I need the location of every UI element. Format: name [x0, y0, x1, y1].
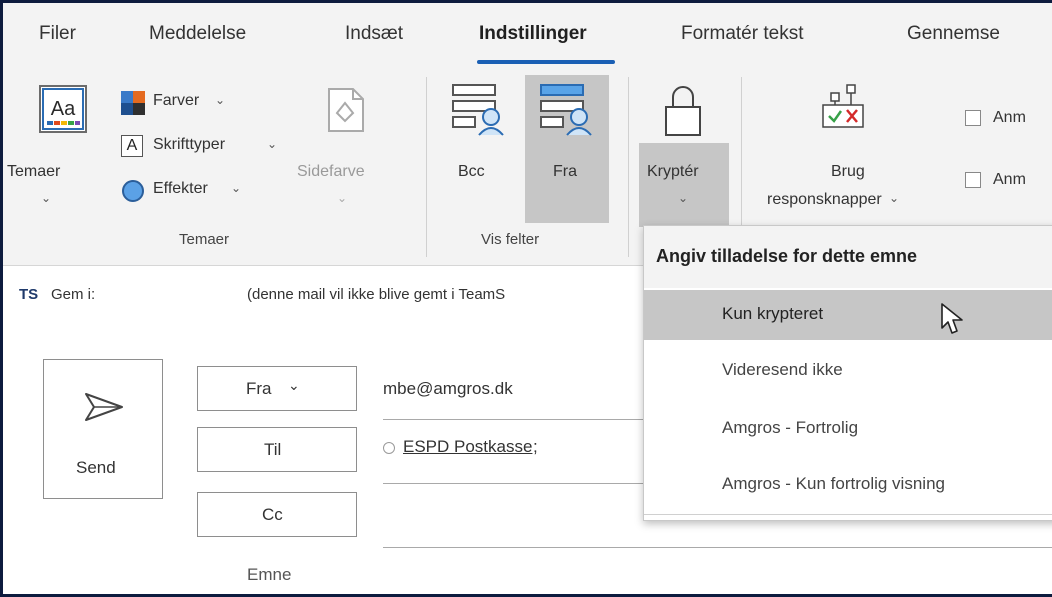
chevron-down-icon: ⌄	[267, 137, 278, 151]
fra-address: mbe@amgros.dk	[383, 379, 513, 398]
svg-text:Aa: Aa	[51, 98, 76, 120]
mouse-cursor-icon	[941, 303, 963, 334]
cc-button[interactable]: Cc	[197, 492, 357, 537]
effekter-button[interactable]: Effekter ⌄	[121, 177, 281, 207]
sidefarve-label: Sidefarve	[297, 163, 365, 180]
send-button[interactable]: Send	[43, 359, 163, 499]
fra-dropdown-button[interactable]: Fra ⌄	[197, 366, 357, 411]
brug-responsknapper-button[interactable]: Brug responsknapper ⌄	[751, 75, 961, 227]
temaer-button[interactable]: Aa Temaer ⌄	[7, 81, 111, 217]
gem-i-value: (denne mail vil ikke blive gemt i TeamS	[247, 286, 506, 303]
tab-indsaet[interactable]: Indsæt	[345, 23, 403, 45]
menu-item-kun-krypteret[interactable]: Kun krypteret	[644, 290, 1052, 340]
bcc-button[interactable]: Bcc	[443, 75, 513, 217]
checkbox	[965, 110, 981, 126]
group-label-temaer: Temaer	[179, 231, 230, 248]
til-button[interactable]: Til	[197, 427, 357, 472]
chevron-down-icon: ⌄	[678, 191, 689, 205]
tab-formater-tekst[interactable]: Formatér tekst	[681, 23, 803, 45]
fra-button-label: Fra	[246, 379, 272, 398]
farver-button[interactable]: Farver ⌄	[121, 89, 281, 119]
fonts-icon: A	[121, 135, 143, 157]
anm-checkbox-1[interactable]: Anm	[965, 107, 1052, 131]
sidefarve-button[interactable]: Sidefarve ⌄	[291, 81, 401, 217]
menu-item-amgros-fortrolig[interactable]: Amgros - Fortrolig	[644, 404, 1052, 454]
themes-icon: Aa	[39, 85, 87, 133]
tab-gennemse[interactable]: Gennemse	[907, 23, 1000, 45]
chevron-down-icon: ⌄	[215, 93, 226, 107]
chevron-down-icon: ⌄	[337, 191, 348, 205]
til-label: Til	[264, 440, 282, 459]
fra-label: Fra	[553, 163, 577, 180]
tab-filer[interactable]: Filer	[39, 23, 76, 45]
menu-item-label: Kun krypteret	[722, 304, 824, 323]
tab-meddelelse[interactable]: Meddelelse	[149, 23, 246, 45]
skrifttyper-label: Skrifttyper	[153, 136, 226, 153]
krypter-label: Kryptér	[647, 163, 699, 180]
bcc-label: Bcc	[458, 163, 485, 180]
menu-item-label: Videresend ikke	[722, 360, 843, 379]
tab-indstillinger[interactable]: Indstillinger	[479, 23, 587, 45]
group-separator	[426, 77, 427, 257]
chevron-down-icon: ⌄	[41, 191, 52, 205]
dropdown-header: Angiv tilladelse for dette emne	[644, 226, 1052, 288]
checkbox	[965, 172, 981, 188]
dropdown-title: Angiv tilladelse for dette emne	[656, 246, 918, 266]
chevron-down-icon: ⌄	[231, 181, 242, 195]
menu-item-videresend-ikke[interactable]: Videresend ikke	[644, 346, 1052, 396]
krypter-button[interactable]: Kryptér ⌄	[639, 75, 729, 227]
menu-item-label: Amgros - Kun fortrolig visning	[722, 474, 945, 493]
teamsystem-icon: TS	[19, 286, 39, 303]
presence-status-icon	[383, 442, 395, 454]
anm-label-1: Anm	[993, 109, 1026, 126]
menu-item-amgros-kun-fortrolig-visning[interactable]: Amgros - Kun fortrolig visning	[644, 460, 1052, 510]
temaer-label: Temaer	[7, 163, 61, 180]
page-color-icon	[328, 88, 364, 132]
active-tab-indicator	[477, 60, 615, 64]
ribbon-tab-bar: Filer Meddelelse Indsæt Indstillinger Fo…	[3, 3, 1052, 69]
menu-item-label: Amgros - Fortrolig	[722, 418, 859, 437]
emne-label: Emne	[247, 565, 292, 584]
til-recipient[interactable]: ESPD Postkasse ;	[383, 437, 643, 461]
from-field-icon	[540, 84, 592, 136]
fra-toggle-button[interactable]: Fra	[525, 75, 609, 223]
krypter-dropdown-menu: Angiv tilladelse for dette emne Kun kryp…	[643, 225, 1052, 521]
skrifttyper-button[interactable]: A Skrifttyper ⌄	[121, 133, 291, 163]
send-icon	[85, 393, 123, 421]
anm-label-2: Anm	[993, 171, 1026, 188]
bcc-field-icon	[452, 84, 504, 136]
cc-label: Cc	[262, 505, 283, 524]
recipient-name: ESPD Postkasse	[403, 437, 533, 456]
gem-i-label: Gem i:	[51, 286, 96, 303]
dropdown-bottom-divider	[644, 514, 1052, 515]
effekter-label: Effekter	[153, 180, 208, 197]
anm-checkbox-2[interactable]: Anm	[965, 169, 1052, 193]
voting-buttons-icon	[822, 84, 864, 128]
chevron-down-icon: ⌄	[288, 377, 300, 393]
field-divider	[383, 547, 1052, 548]
group-label-vis-felter: Vis felter	[481, 231, 540, 248]
send-label: Send	[76, 458, 116, 477]
lock-icon	[665, 86, 701, 136]
group-separator	[628, 77, 629, 257]
responsknapper-label: responsknapper	[767, 191, 882, 208]
colors-icon	[121, 91, 145, 115]
effects-icon	[122, 180, 144, 202]
farver-label: Farver	[153, 92, 200, 109]
brug-label: Brug	[831, 163, 865, 180]
outlook-compose-window: Filer Meddelelse Indsæt Indstillinger Fo…	[0, 0, 1052, 597]
recipient-separator: ;	[533, 437, 538, 456]
chevron-down-icon: ⌄	[889, 191, 900, 205]
